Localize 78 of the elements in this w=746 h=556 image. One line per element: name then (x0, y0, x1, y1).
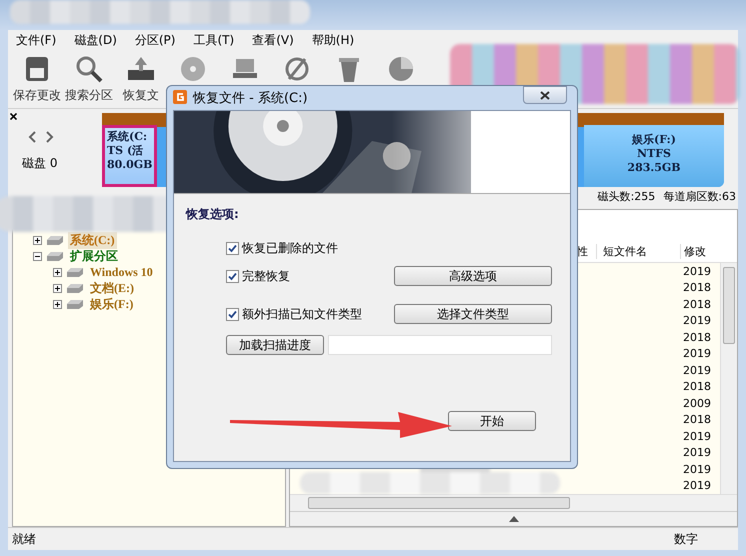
table-cell-text: 2018 (682, 380, 712, 394)
toolbar-button[interactable]: 恢复文 (116, 52, 166, 106)
tree-item[interactable]: 扩展分区 (68, 248, 120, 264)
disk-info-text: 每道扇区数:63 (663, 188, 736, 204)
menu-item[interactable]: 分区(P) (134, 32, 176, 48)
dialog-title: 恢复文件 - 系统(C:) (193, 90, 308, 107)
disk-label: 磁盘 0 (22, 155, 58, 172)
table-cell-text: 2019 (682, 430, 712, 443)
table-cell-text: 2019 (682, 462, 712, 476)
expand-icon[interactable] (53, 268, 62, 276)
expand-icon[interactable] (53, 284, 62, 292)
checkbox-label[interactable]: 完整恢复 (242, 268, 290, 284)
table-cell-text: 2019 (682, 264, 712, 278)
table-cell-text: 2019 (682, 314, 712, 328)
disk-info-text: 磁头数:255 (598, 188, 656, 204)
input-field[interactable] (328, 335, 552, 355)
pie-icon (386, 54, 416, 84)
partition-text: 系统(C: (107, 130, 148, 144)
checkbox[interactable] (226, 270, 239, 282)
caret-up-icon (508, 516, 518, 522)
checkbox[interactable] (226, 242, 239, 254)
partition-text: 283.5GB (627, 161, 681, 175)
table-cell-text: 2018 (682, 298, 712, 311)
checkmark-icon (227, 242, 238, 254)
drive-icon (45, 234, 65, 246)
expand-icon[interactable] (53, 300, 62, 308)
table-cell-text: 2019 (682, 446, 712, 460)
menu-item[interactable]: 工具(T) (193, 32, 234, 48)
option-button[interactable]: 高级选项 (394, 266, 552, 286)
search-icon (74, 54, 104, 84)
table-cell-text: 2018 (682, 413, 712, 426)
close-button[interactable] (523, 86, 567, 104)
tree-item[interactable]: 娱乐(F:) (88, 296, 136, 312)
toolbar-button[interactable]: 保存更改 (12, 52, 62, 106)
checkmark-icon (227, 270, 238, 282)
column-header[interactable]: 修改 (680, 244, 720, 258)
table-cell-text: 2009 (682, 396, 712, 410)
scrollbar[interactable] (290, 494, 737, 511)
menu-item[interactable]: 文件(F) (16, 32, 56, 48)
status-text: 数字 (674, 530, 698, 548)
expand-icon[interactable] (33, 236, 42, 244)
drive-icon (45, 250, 65, 262)
close-icon (540, 90, 550, 100)
partition-text: NTFS (637, 147, 671, 161)
load-progress-button[interactable]: 加载扫描进度 (226, 335, 324, 355)
drive-icon (65, 282, 85, 294)
menu-item[interactable]: 查看(V) (252, 32, 294, 48)
checkbox-label[interactable]: 额外扫描已知文件类型 (242, 306, 362, 322)
menu-item[interactable]: 帮助(H) (312, 32, 354, 48)
toolbar-button[interactable]: 搜索分区 (64, 52, 114, 106)
section-heading: 恢复选项: (186, 206, 240, 223)
tree-item[interactable]: 文档(E:) (88, 280, 136, 296)
partition-text: 80.0GB (107, 158, 152, 172)
disc-icon (178, 54, 208, 84)
option-button[interactable]: 选择文件类型 (394, 304, 552, 324)
scrollbar[interactable] (720, 263, 737, 494)
column-header[interactable]: 短文件名 (596, 244, 680, 258)
checkmark-icon (227, 308, 238, 320)
checkbox[interactable] (226, 308, 239, 320)
table-cell-text: 2019 (682, 347, 712, 360)
app-logo-icon (173, 90, 187, 106)
table-cell-text: 2019 (682, 364, 712, 377)
drive-icon (65, 266, 85, 278)
partition-text: 娱乐(F:) (632, 133, 676, 147)
table-cell-text: 2018 (682, 330, 712, 344)
partition-block[interactable]: 系统(C: TS (活 80.0GB (102, 125, 158, 187)
partition-block[interactable]: 娱乐(F:) NTFS 283.5GB (584, 125, 724, 187)
status-text: 就绪 (12, 530, 36, 548)
close-icon[interactable] (10, 113, 17, 120)
table-cell-text: 2019 (682, 479, 712, 492)
collapse-icon[interactable] (33, 252, 42, 260)
checkbox-label[interactable]: 恢复已删除的文件 (242, 240, 338, 256)
start-button[interactable]: 开始 (448, 411, 536, 431)
menu-item[interactable]: 磁盘(D) (74, 32, 117, 48)
partition-text: TS (活 (107, 144, 144, 158)
table-cell-text: 2018 (682, 281, 712, 294)
tree-item[interactable]: Windows 10 (88, 264, 155, 280)
drive-icon (65, 298, 85, 310)
